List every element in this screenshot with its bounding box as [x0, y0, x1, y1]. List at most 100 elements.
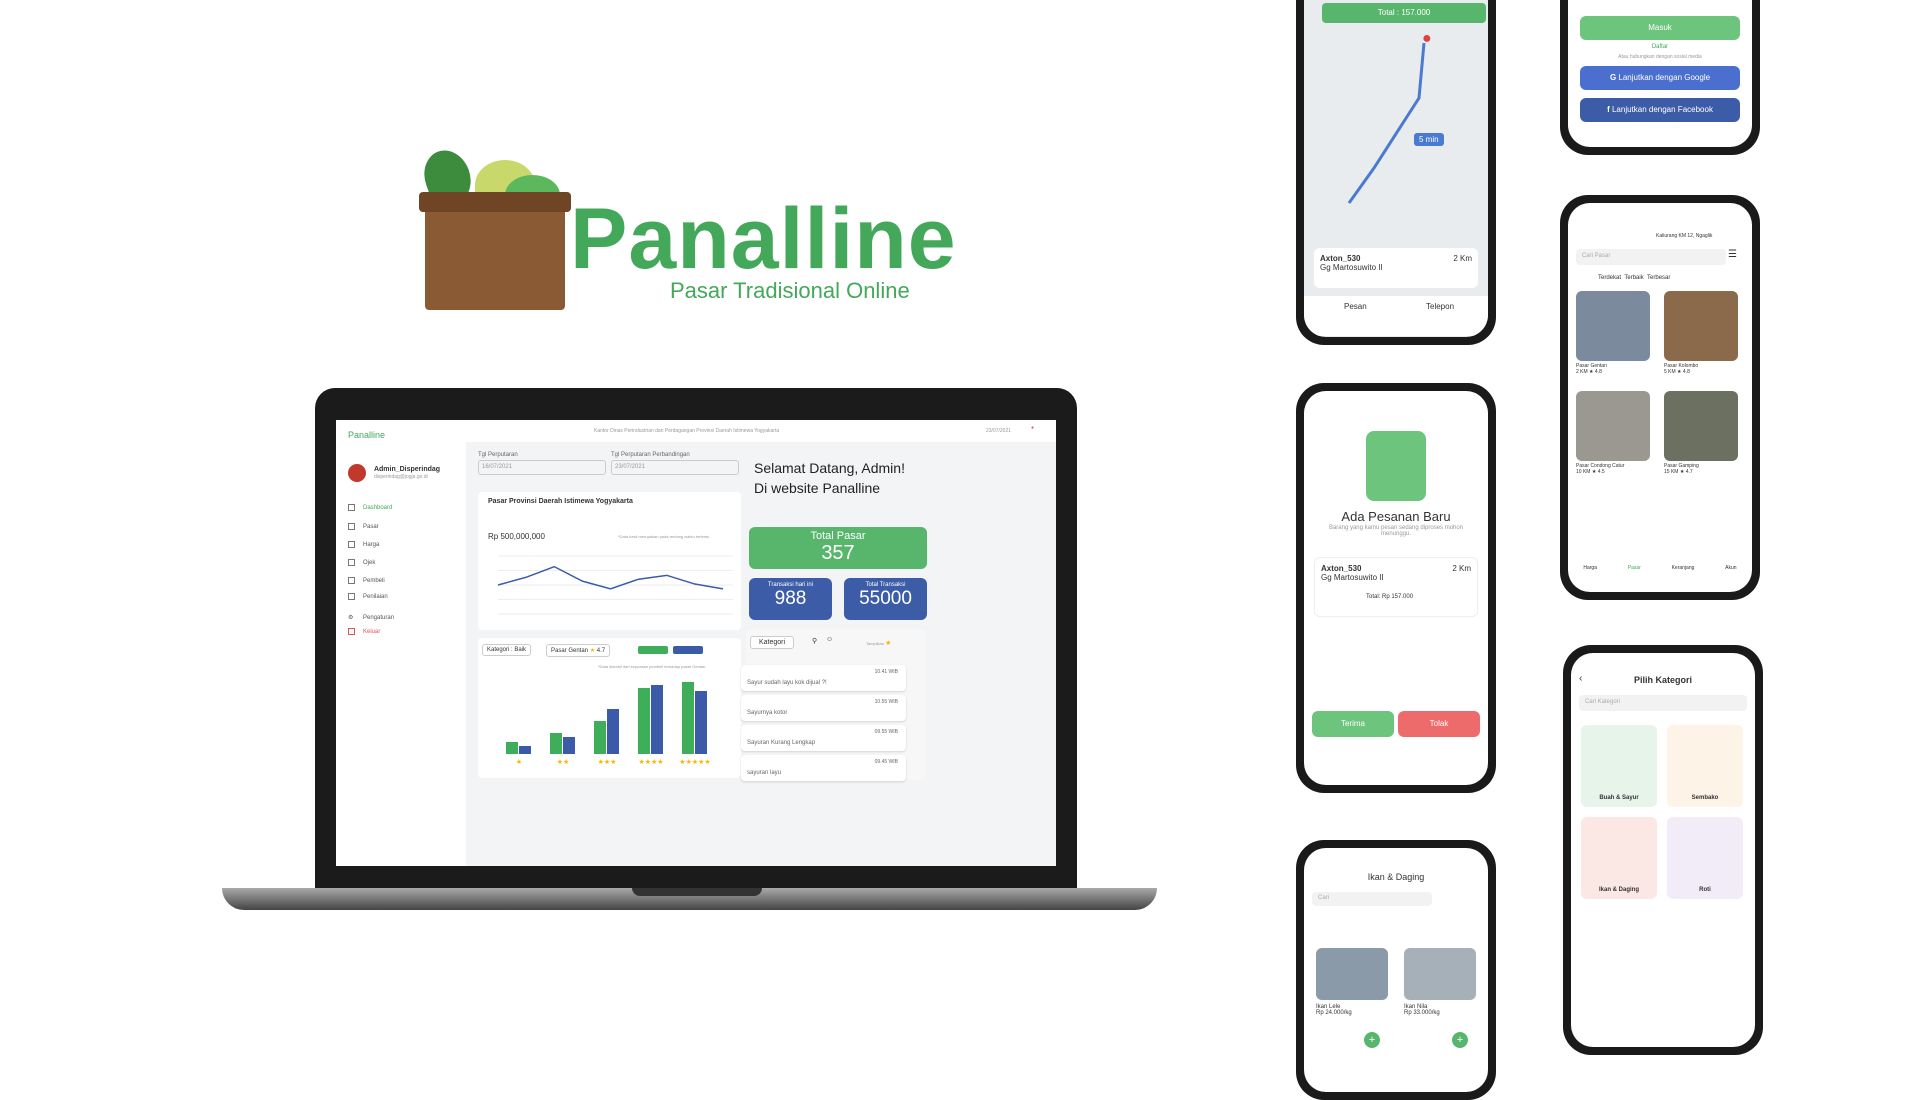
phone-fish: Ikan & Daging Cari Ikan Lele Rp 24.000/kg…: [1296, 840, 1496, 1100]
product-item: Ikan Nila Rp 33.000/kg: [1404, 1004, 1440, 1016]
message-button[interactable]: Pesan: [1344, 302, 1367, 311]
review-item[interactable]: 10.55 WIB Sayurnya kotor: [741, 695, 906, 721]
phone-login: Masuk Daftar Atau hubungkan dengan sosia…: [1560, 0, 1760, 155]
bar-chart-note: *Data diambil dari kepuasan pembeli terh…: [598, 664, 706, 669]
order-driver: Axton_530: [1321, 564, 1362, 573]
dashboard-screen: Panalline Admin_Disperindag disperindag@…: [336, 420, 1056, 866]
phone-categories: ‹ Pilih Kategori Cari Kategori Buah & Sa…: [1563, 645, 1763, 1055]
reject-button[interactable]: Tolak: [1398, 711, 1480, 737]
product-photo[interactable]: [1404, 948, 1476, 1000]
sidebar-item-dashboard[interactable]: Dashboard: [348, 504, 392, 511]
category-search[interactable]: Cari Kategori: [1579, 695, 1747, 711]
trans-today-value: 988: [774, 588, 807, 609]
fish-search[interactable]: Cari: [1312, 892, 1432, 906]
sidebar-item-penilaian[interactable]: Penilaian: [348, 593, 388, 600]
kategori-filter[interactable]: Kategori : Baik: [482, 644, 532, 656]
accept-button[interactable]: Terima: [1312, 711, 1394, 737]
review-item[interactable]: 09.55 WIB Sayuran Kurang Lengkap: [741, 725, 906, 751]
order-card: Axton_530 2 Km Gg Martosuwito II Total: Rp …: [1314, 557, 1478, 617]
phone-market-list: Kaliurang KM 12, Ngaglik Cari Pasar ☰ Te…: [1560, 195, 1760, 600]
driver-name: Axton_530: [1320, 254, 1361, 263]
brand-tagline: Pasar Tradisional Online: [670, 278, 910, 303]
sidebar-item-ojek[interactable]: Ojek: [348, 559, 375, 566]
sidebar-item-pembeli[interactable]: Pembeli: [348, 577, 385, 584]
daftar-link[interactable]: Daftar: [1568, 44, 1752, 50]
bar: [682, 682, 694, 754]
market-photo[interactable]: [1576, 391, 1650, 461]
line-chart: [497, 555, 733, 615]
sidebar-item-harga[interactable]: Harga: [348, 541, 379, 548]
bottom-nav: Harga Pasar Keranjang Akun: [1568, 565, 1752, 571]
driver-card: Axton_530 2 Km Gg Martosuwito II: [1314, 248, 1478, 288]
search-input[interactable]: Cari Pasar: [1576, 249, 1726, 265]
brand-name: Panalline: [570, 191, 957, 287]
market-item: Pasar Gentan 2 KM ★ 4.8: [1576, 363, 1607, 375]
bar: [638, 688, 650, 754]
market-photo[interactable]: [1664, 291, 1738, 361]
call-button[interactable]: Telepon: [1426, 302, 1454, 311]
market-item: Pasar Condong Catur 10 KM ★ 4.5: [1576, 463, 1625, 475]
nav-harga[interactable]: Harga: [1583, 565, 1597, 571]
brand-logo: Panalline Pasar Tradisional Online: [405, 130, 985, 320]
app-title: Panalline: [348, 430, 386, 440]
notification-icon[interactable]: ●: [1031, 425, 1034, 431]
tick-label: ★: [515, 759, 523, 766]
nav-akun[interactable]: Akun: [1725, 565, 1736, 571]
total-trans-value: 55000: [859, 588, 912, 609]
filter-icon[interactable]: ☰: [1728, 249, 1737, 260]
review-item[interactable]: 10.41 WIB Sayur sudah layu kok dijual ?!: [741, 665, 906, 691]
facebook-button[interactable]: f Lanjutkan dengan Facebook: [1580, 98, 1740, 122]
add-to-cart-button[interactable]: +: [1452, 1032, 1468, 1048]
line-chart-note: *Data hasil merupakan pada rentang waktu…: [618, 534, 710, 539]
sidebar-item-pengaturan[interactable]: ⚙ Pengaturan: [348, 614, 394, 621]
google-button[interactable]: G Lanjutkan dengan Google: [1580, 66, 1740, 90]
price-icon: [348, 541, 355, 548]
shopping-bag-icon: [1366, 431, 1426, 501]
order-address: Gg Martosuwito II: [1321, 573, 1384, 582]
tab-terbesar[interactable]: Terbesar: [1647, 275, 1670, 281]
total-trans-card: Total Transaksi 55000: [844, 578, 927, 620]
category-card[interactable]: Roti: [1667, 817, 1743, 899]
market-photo[interactable]: [1576, 291, 1650, 361]
driver-icon: [348, 559, 355, 566]
avatar: [348, 464, 366, 482]
tab-terdekat[interactable]: Terdekat: [1598, 275, 1621, 281]
nav-pasar[interactable]: Pasar: [1628, 565, 1641, 571]
driver-distance: 2 Km: [1453, 254, 1472, 263]
tab-terbaik[interactable]: Terbaik: [1624, 275, 1643, 281]
sidebar-item-keluar[interactable]: Keluar: [348, 628, 380, 635]
total-pasar-label: Total Pasar: [810, 530, 866, 542]
product-item: Ikan Lele Rp 24.000/kg: [1316, 1004, 1352, 1016]
user-profile[interactable]: Admin_Disperindag disperindag@jogja.go.i…: [348, 464, 440, 482]
market-photo[interactable]: [1664, 391, 1738, 461]
bar: [563, 737, 575, 754]
date-field-2[interactable]: Tgl Perputaran Perbandingan 23/07/2021: [611, 452, 739, 475]
date-chip-1[interactable]: [638, 646, 668, 654]
order-subtitle: Barang yang kamu pesan sedang diproses m…: [1328, 525, 1464, 537]
nav-keranjang[interactable]: Keranjang: [1672, 565, 1695, 571]
category-card[interactable]: Sembako: [1667, 725, 1743, 807]
trans-today-label: Transaksi hari ini: [767, 582, 814, 588]
total-banner: Total : 157.000: [1322, 3, 1486, 23]
category-title: Pilih Kategori: [1633, 675, 1692, 685]
user-filter-icon[interactable]: ☺: [826, 636, 833, 643]
user-name: Admin_Disperindag: [373, 466, 441, 473]
bar-chart: ★ ★★ ★★★ ★★★★ ★★★★★: [506, 678, 726, 766]
date-chip-2[interactable]: [673, 646, 703, 654]
review-item[interactable]: 09.45 WIB sayuran layu: [741, 755, 906, 781]
location-label: Kaliurang KM 12, Ngaglik: [1656, 233, 1713, 239]
market-item: Pasar Kolombo 5 KM ★ 4.8: [1664, 363, 1699, 375]
pasar-filter[interactable]: Pasar Gentan ★ 4.7: [546, 644, 611, 657]
category-card[interactable]: Buah & Sayur: [1581, 725, 1657, 807]
location-filter-icon[interactable]: ⚲: [812, 637, 817, 645]
add-to-cart-button[interactable]: +: [1364, 1032, 1380, 1048]
sidebar-item-pasar[interactable]: Pasar: [348, 523, 379, 530]
kategori-dropdown[interactable]: Kategori: [750, 636, 795, 649]
product-photo[interactable]: [1316, 948, 1388, 1000]
category-card[interactable]: Ikan & Daging: [1581, 817, 1657, 899]
google-icon: G: [1609, 73, 1617, 82]
trans-today-card: Transaksi hari ini 988: [749, 578, 832, 620]
masuk-button[interactable]: Masuk: [1580, 16, 1740, 40]
line-chart-value: Rp 500,000,000: [488, 532, 545, 541]
date-field-1[interactable]: Tgl Perputaran 16/07/2021: [478, 452, 606, 475]
